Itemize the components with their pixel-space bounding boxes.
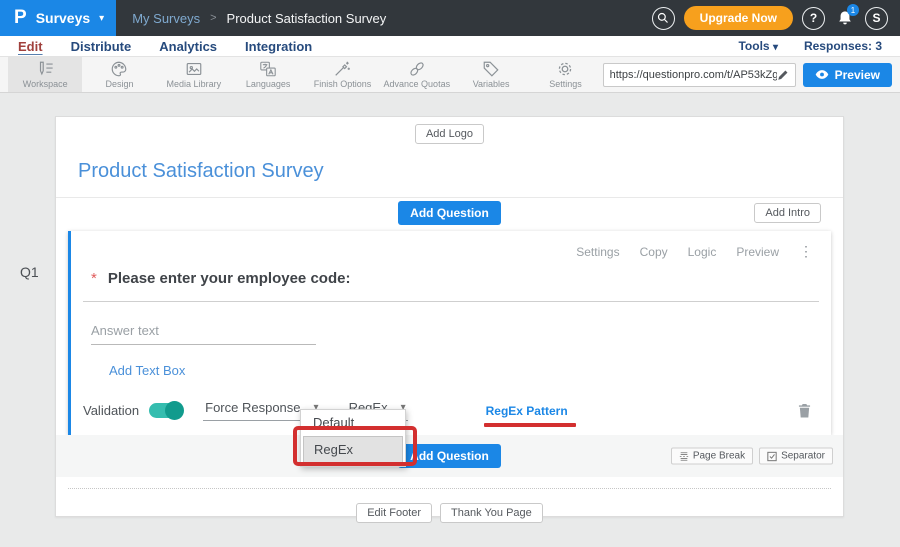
avatar[interactable]: S <box>865 7 888 30</box>
toolbar-item-languages[interactable]: Languages <box>231 57 305 92</box>
menu-option-default[interactable]: Default <box>301 410 405 435</box>
validation-label: Validation <box>83 403 139 418</box>
search-icon <box>657 12 669 24</box>
between-questions-row: Add Question Page Break Separator <box>56 435 843 477</box>
survey-title[interactable]: Product Satisfaction Survey <box>78 160 843 183</box>
tag-icon <box>482 60 500 78</box>
thank-you-page-button[interactable]: Thank You Page <box>440 503 543 523</box>
intro-row: Add Question Add Intro <box>56 197 843 227</box>
search-button[interactable] <box>652 7 675 30</box>
answer-text-input[interactable] <box>91 323 316 345</box>
survey-card: Add Logo Product Satisfaction Survey Add… <box>55 116 844 517</box>
questionpro-logo: P <box>14 7 27 29</box>
toolbar-item-finish-options[interactable]: Finish Options <box>305 57 379 92</box>
question-preview-link[interactable]: Preview <box>736 245 779 259</box>
required-asterisk-icon: * <box>91 270 97 287</box>
magic-wand-icon <box>333 60 351 78</box>
breadcrumb-separator-icon: > <box>210 12 216 24</box>
workspace-icon <box>36 60 54 78</box>
question-copy-link[interactable]: Copy <box>640 245 668 259</box>
edit-pencil-icon[interactable] <box>777 69 789 81</box>
question-actions: Settings Copy Logic Preview ⋮ <box>71 231 831 260</box>
tab-distribute[interactable]: Distribute <box>71 39 132 54</box>
survey-url-box <box>603 63 796 87</box>
top-header: P Surveys ▾ My Surveys > Product Satisfa… <box>0 0 900 36</box>
upgrade-now-button[interactable]: Upgrade Now <box>684 6 793 30</box>
survey-nav: Edit Distribute Analytics Integration To… <box>0 36 900 57</box>
regex-pattern-link[interactable]: RegEx Pattern <box>486 404 568 418</box>
tools-menu[interactable]: Tools ▾ <box>738 39 777 53</box>
kebab-menu-icon[interactable]: ⋮ <box>799 243 813 260</box>
gear-icon <box>556 60 574 78</box>
toolbar-item-workspace[interactable]: Workspace <box>8 57 82 92</box>
validation-toggle[interactable] <box>149 403 183 418</box>
help-button[interactable]: ? <box>802 7 825 30</box>
breadcrumb: My Surveys > Product Satisfaction Survey <box>132 11 386 26</box>
nav-right: Tools ▾ Responses: 3 <box>738 39 882 53</box>
add-text-box-link[interactable]: Add Text Box <box>109 363 185 378</box>
notification-badge: 1 <box>847 4 859 16</box>
preview-button[interactable]: Preview <box>803 63 892 87</box>
toolbar-item-advance-quotas[interactable]: Advance Quotas <box>380 57 454 92</box>
add-intro-button[interactable]: Add Intro <box>754 203 821 223</box>
checkbox-icon <box>767 451 777 461</box>
product-menu-label: Surveys <box>36 10 90 26</box>
breadcrumb-my-surveys[interactable]: My Surveys <box>132 11 200 26</box>
toggle-knob <box>165 401 184 420</box>
survey-canvas: Q1 Add Logo Product Satisfaction Survey … <box>0 93 900 545</box>
responses-count[interactable]: Responses: 3 <box>804 39 882 53</box>
translate-icon <box>259 60 277 78</box>
chevron-down-icon: ▾ <box>99 13 104 24</box>
tools-label: Tools <box>738 39 769 53</box>
tab-integration[interactable]: Integration <box>245 39 312 54</box>
validation-type-menu: Default RegEx <box>300 409 406 467</box>
separator-button[interactable]: Separator <box>759 448 833 465</box>
edit-footer-button[interactable]: Edit Footer <box>356 503 432 523</box>
page-break-button[interactable]: Page Break <box>671 448 753 465</box>
question-logic-link[interactable]: Logic <box>688 245 717 259</box>
toolbar-item-settings[interactable]: Settings <box>528 57 602 92</box>
delete-question-button[interactable] <box>798 403 811 418</box>
trash-icon <box>798 403 811 418</box>
question-text[interactable]: Please enter your employee code: <box>108 270 351 287</box>
question-number: Q1 <box>20 264 39 280</box>
toolbar-item-design[interactable]: Design <box>82 57 156 92</box>
header-actions: Upgrade Now ? 1 S <box>652 6 888 30</box>
question-text-row: * Please enter your employee code: <box>83 268 819 302</box>
tab-analytics[interactable]: Analytics <box>159 39 217 54</box>
validation-row: Validation Force Response ▾ RegEx ▾ RegE… <box>71 400 831 421</box>
editor-toolbar: Workspace Design Media Library Languages… <box>0 57 900 93</box>
toolbar-right: Preview <box>603 57 900 92</box>
survey-url-input[interactable] <box>610 69 777 81</box>
palette-icon <box>110 60 128 78</box>
question-settings-link[interactable]: Settings <box>576 245 619 259</box>
notifications-button[interactable]: 1 <box>834 7 856 29</box>
toolbar-item-media-library[interactable]: Media Library <box>157 57 231 92</box>
chain-link-icon <box>408 60 426 78</box>
image-icon <box>185 60 203 78</box>
page-break-icon <box>679 451 689 461</box>
menu-option-regex[interactable]: RegEx <box>303 436 403 463</box>
add-logo-button[interactable]: Add Logo <box>415 124 484 144</box>
breadcrumb-current-survey: Product Satisfaction Survey <box>227 11 387 26</box>
surveys-product-menu[interactable]: P Surveys ▾ <box>0 0 116 36</box>
question-block: Settings Copy Logic Preview ⋮ * Please e… <box>68 231 831 435</box>
chevron-down-icon: ▾ <box>773 42 778 53</box>
tab-edit[interactable]: Edit <box>18 39 43 54</box>
toolbar-item-variables[interactable]: Variables <box>454 57 528 92</box>
add-question-button-top[interactable]: Add Question <box>398 201 501 225</box>
dotted-divider <box>68 488 831 489</box>
add-question-button-bottom[interactable]: Add Question <box>398 444 501 468</box>
eye-icon <box>815 69 829 80</box>
